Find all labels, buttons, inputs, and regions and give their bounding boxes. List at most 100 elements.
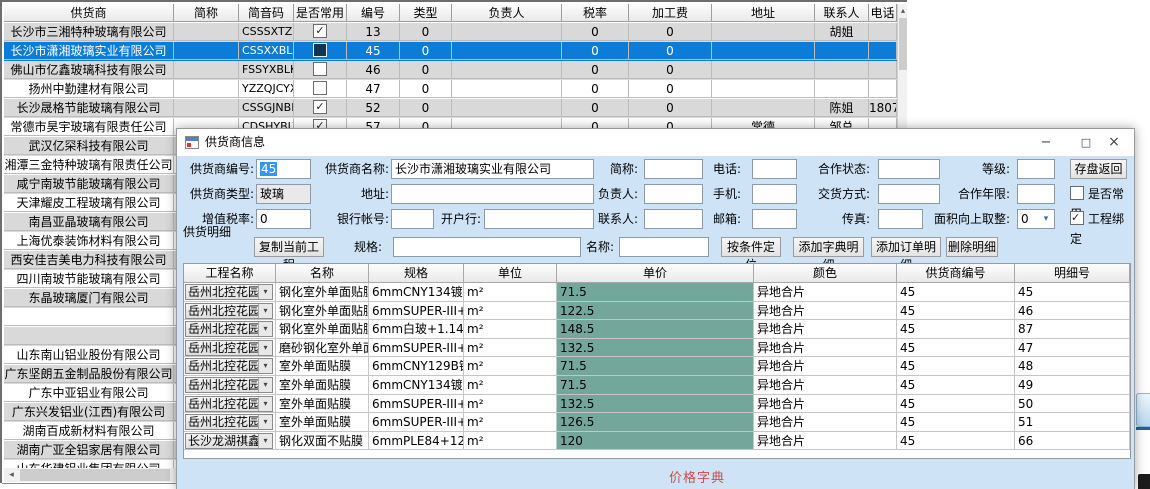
chevron-down-icon[interactable]: ▾ bbox=[258, 434, 272, 448]
chevron-down-icon[interactable]: ▾ bbox=[258, 304, 272, 318]
name-filter-input[interactable] bbox=[619, 237, 709, 257]
cell: CSSSXTZBL.. bbox=[239, 23, 294, 41]
close-button[interactable]: × bbox=[1094, 129, 1134, 156]
cell: 扬州中勤建材有限公司 bbox=[4, 80, 174, 98]
email-input[interactable] bbox=[752, 209, 797, 229]
mobile-input[interactable] bbox=[752, 184, 797, 204]
detail-cell: 47 bbox=[1015, 339, 1130, 358]
area-round-up-combo[interactable]: 0▾ bbox=[1017, 209, 1055, 229]
chevron-down-icon[interactable]: ▾ bbox=[1039, 211, 1053, 227]
manager-input[interactable] bbox=[644, 184, 703, 204]
detail-row[interactable]: 岳州北控花园▾室外单面贴膜6mmCNY134镀膜钢化m²71.5异地合片4549 bbox=[184, 376, 1130, 395]
detail-cell: 45 bbox=[897, 302, 1015, 321]
detail-cell-project: 岳州北控花园▾ bbox=[184, 413, 276, 432]
detail-cell: 室外单面贴膜 bbox=[276, 395, 369, 414]
cell bbox=[815, 42, 869, 60]
save-return-button[interactable]: 存盘返回 bbox=[1070, 159, 1127, 179]
minimize-button[interactable]: − bbox=[1026, 129, 1066, 156]
table-header-row[interactable]: 供货商简称简音码是否常用编号类型负责人税率加工费地址联系人电话 bbox=[4, 4, 897, 23]
detail-cell: m² bbox=[464, 395, 557, 414]
cell: 湖南百成新材料有限公司 bbox=[4, 422, 174, 440]
grade-input[interactable] bbox=[1017, 159, 1055, 179]
project-name-combo[interactable]: 岳州北控花园▾ bbox=[185, 358, 273, 374]
add-order-detail-button[interactable]: 添加订单明细 bbox=[871, 237, 941, 257]
table-row[interactable]: 长沙市潇湘玻璃实业有限公司CSSXXBLSY..45000 bbox=[4, 42, 897, 61]
copy-current-project-button[interactable]: 复制当前工程 bbox=[254, 237, 324, 257]
detail-row[interactable]: 岳州北控花园▾钢化室外单面贴膜6mmCNY134镀膜钢化m²71.5异地合片45… bbox=[184, 283, 1130, 302]
project-name-combo[interactable]: 岳州北控花园▾ bbox=[185, 377, 273, 393]
add-dictionary-detail-button[interactable]: 添加字典明细 bbox=[793, 237, 864, 257]
chevron-down-icon[interactable]: ▾ bbox=[258, 322, 272, 336]
checkbox-icon[interactable] bbox=[1070, 186, 1084, 200]
chevron-down-icon[interactable]: ▾ bbox=[258, 341, 272, 355]
detail-cell: 异地合片 bbox=[754, 376, 897, 395]
checkbox-checked-icon[interactable]: ✓ bbox=[313, 100, 327, 114]
project-name-combo[interactable]: 岳州北控花园▾ bbox=[185, 414, 273, 430]
vat-rate-input[interactable]: 0 bbox=[256, 209, 311, 229]
project-name-combo[interactable]: 岳州北控花园▾ bbox=[185, 340, 273, 356]
table-row[interactable]: 长沙晟格节能玻璃有限公司CSSGJNBLYXGS✓52000陈姐180751 bbox=[4, 99, 897, 118]
project-name-combo[interactable]: 岳州北控花园▾ bbox=[185, 284, 273, 300]
short-name-input[interactable] bbox=[644, 159, 703, 179]
column-header: 是否常用 bbox=[294, 4, 347, 22]
locate-by-condition-button[interactable]: 按条件定位 bbox=[721, 237, 781, 257]
detail-cell: 异地合片 bbox=[754, 283, 897, 302]
project-name-combo[interactable]: 岳州北控花园▾ bbox=[185, 321, 273, 337]
contact-input[interactable] bbox=[644, 209, 703, 229]
detail-row[interactable]: 岳州北控花园▾磨砂钢化室外单面贴膜6mmSUPER-III+12A(硅...m²… bbox=[184, 339, 1130, 358]
delete-detail-button[interactable]: 删除明细 bbox=[946, 237, 998, 257]
supplier-no-input[interactable]: 45 bbox=[256, 159, 311, 179]
scroll-up-icon[interactable]: ▴ bbox=[898, 4, 908, 17]
bank-branch-label: 开户行: bbox=[439, 209, 481, 229]
fax-input[interactable] bbox=[878, 209, 923, 229]
checkbox-checked-icon[interactable]: ✓ bbox=[313, 24, 327, 38]
phone-label: 电话: bbox=[700, 159, 741, 179]
detail-cell: 45 bbox=[897, 395, 1015, 414]
detail-cell: m² bbox=[464, 283, 557, 302]
checkbox-checked-icon[interactable]: ✓ bbox=[1070, 211, 1084, 225]
chevron-down-icon[interactable]: ▾ bbox=[258, 285, 272, 299]
table-row[interactable]: 佛山市亿鑫玻璃科技有限公司FSSYXBLKJ..46000 bbox=[4, 61, 897, 80]
address-input[interactable] bbox=[391, 184, 594, 204]
phone-input[interactable] bbox=[752, 159, 797, 179]
cell bbox=[174, 42, 239, 60]
detail-row[interactable]: 岳州北控花园▾钢化室外单面贴膜6mm白玻+1.14PVB+6mm...m²148… bbox=[184, 320, 1130, 339]
delivery-mode-input[interactable] bbox=[878, 184, 940, 204]
project-name-combo[interactable]: 岳州北控花园▾ bbox=[185, 396, 273, 412]
chevron-down-icon[interactable]: ▾ bbox=[258, 397, 272, 411]
cell: 0 bbox=[629, 61, 712, 79]
checkbox-icon[interactable] bbox=[313, 81, 327, 95]
detail-row[interactable]: 长沙龙湖祺鑫星座▾钢化双面不贴膜6mmPLE84+12A(硅酮胶...m²120… bbox=[184, 432, 1130, 451]
cell: 45 bbox=[347, 42, 400, 60]
supplier-name-input[interactable]: 长沙市潇湘玻璃实业有限公司 bbox=[391, 159, 594, 179]
detail-row[interactable]: 岳州北控花园▾室外单面贴膜6mmSUPER-III+12A(硅...m²132.… bbox=[184, 395, 1130, 414]
checkbox-icon[interactable] bbox=[313, 43, 327, 57]
detail-column-header: 明细号 bbox=[1015, 264, 1130, 283]
horizontal-scroll-thumb[interactable] bbox=[20, 469, 170, 481]
supplier-type-label: 供货商类型: bbox=[183, 184, 254, 204]
detail-row[interactable]: 岳州北控花园▾室外单面贴膜6mmSUPER-III+12A(硅...m²126.… bbox=[184, 413, 1130, 432]
scroll-left-icon[interactable]: ◂ bbox=[4, 468, 19, 482]
detail-column-header: 单位 bbox=[464, 264, 557, 283]
dialog-titlebar[interactable]: 供货商信息 − □ × bbox=[177, 129, 1134, 156]
chevron-down-icon[interactable]: ▾ bbox=[258, 378, 272, 392]
table-row[interactable]: 扬州中勤建材有限公司YZZQJCYXGS47000 bbox=[4, 80, 897, 99]
bank-branch-input[interactable] bbox=[484, 209, 594, 229]
chevron-down-icon[interactable]: ▾ bbox=[258, 415, 272, 429]
table-row[interactable]: 长沙市三湘特种玻璃有限公司CSSSXTZBL..✓13000胡姐 bbox=[4, 23, 897, 42]
project-binding-checkbox[interactable]: ✓工程绑定 bbox=[1070, 209, 1134, 229]
detail-row[interactable]: 岳州北控花园▾钢化室外单面贴膜6mmSUPER-III+12A(硅...m²12… bbox=[184, 302, 1130, 321]
vertical-scroll-thumb[interactable] bbox=[899, 18, 907, 70]
cell bbox=[712, 23, 815, 41]
bank-account-input[interactable] bbox=[391, 209, 434, 229]
often-used-checkbox[interactable]: 是否常用 bbox=[1070, 184, 1134, 204]
supplier-type-input[interactable]: 玻璃 bbox=[256, 184, 311, 204]
coop-years-input[interactable] bbox=[1017, 184, 1055, 204]
checkbox-icon[interactable] bbox=[313, 62, 327, 76]
coop-status-input[interactable] bbox=[878, 159, 940, 179]
project-name-combo[interactable]: 岳州北控花园▾ bbox=[185, 303, 273, 319]
chevron-down-icon[interactable]: ▾ bbox=[258, 359, 272, 373]
spec-filter-input[interactable] bbox=[393, 237, 581, 257]
project-name-combo[interactable]: 长沙龙湖祺鑫星座▾ bbox=[185, 433, 273, 449]
detail-row[interactable]: 岳州北控花园▾室外单面贴膜6mmCNY129B镀膜钢化m²71.5异地合片454… bbox=[184, 357, 1130, 376]
